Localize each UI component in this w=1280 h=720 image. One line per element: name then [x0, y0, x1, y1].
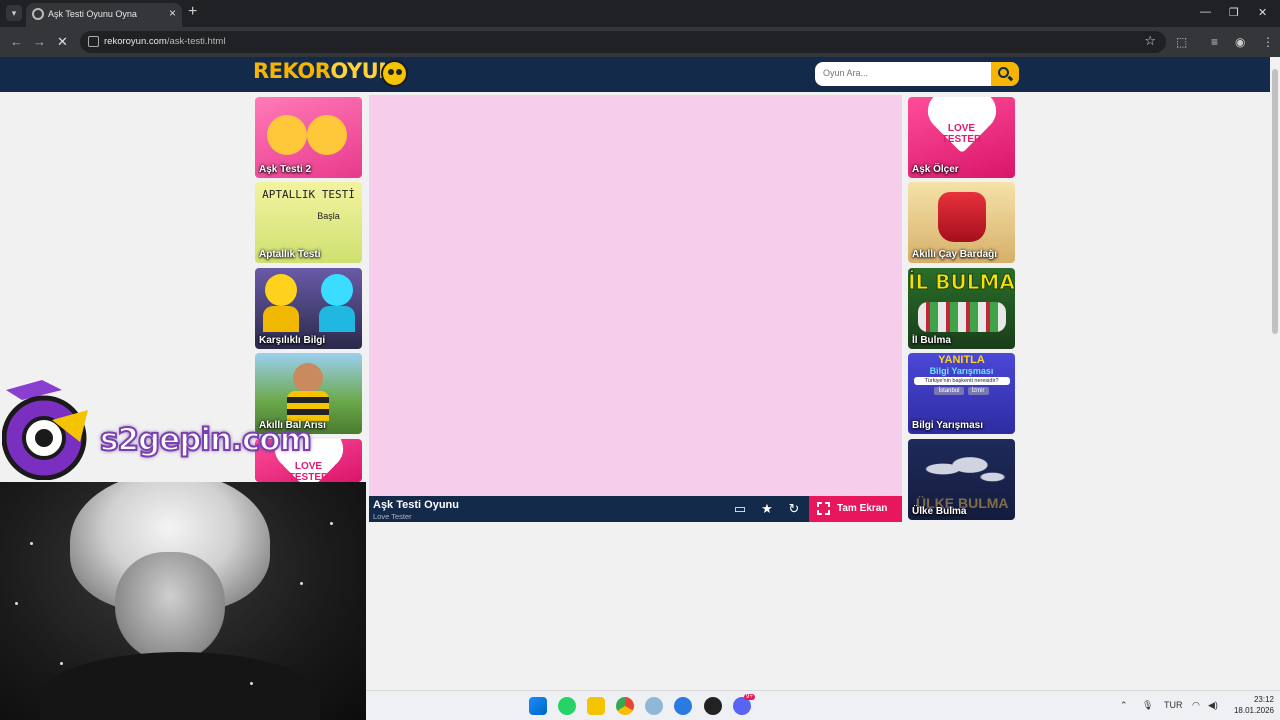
- extensions-icon[interactable]: ⬚: [1176, 35, 1187, 49]
- game-card-akilli-cay-bardagi[interactable]: Akıllı Çay Bardağı: [908, 182, 1015, 263]
- fullscreen-button[interactable]: Tam Ekran: [809, 496, 902, 522]
- tray-overflow-icon[interactable]: ⌃: [1120, 700, 1128, 711]
- restore-button[interactable]: ❐: [1229, 6, 1239, 19]
- minimize-button[interactable]: —: [1200, 6, 1211, 18]
- obs-icon[interactable]: [704, 697, 722, 715]
- thumbnail-title: LOVE TESTER: [941, 123, 982, 145]
- clock-date: 18.01.2026: [1233, 706, 1274, 715]
- thumbnail-subtitle: Bilgi Yarışması: [929, 366, 994, 376]
- windows-taskbar: 9+ ⌃ 🎙 TUR ◠ ◀) 23:12 18.01.2026: [366, 690, 1280, 720]
- forward-arrow-icon[interactable]: →: [33, 34, 46, 50]
- search-box: [815, 62, 991, 86]
- thumbnail-title: LOVE TESTER: [288, 461, 329, 482]
- notification-badge: 9+: [744, 694, 755, 700]
- microphone-icon[interactable]: 🎙: [1142, 700, 1153, 711]
- wifi-icon[interactable]: ◠: [1192, 700, 1200, 711]
- search-button[interactable]: [991, 62, 1019, 86]
- game-card-label: İl Bulma: [912, 335, 951, 346]
- tab-title: Aşk Testi Oyunu Oyna: [48, 9, 137, 19]
- search-icon: [998, 67, 1009, 78]
- input-language[interactable]: TUR: [1164, 700, 1183, 710]
- thumbnail-option: İstanbul: [934, 387, 964, 395]
- game-card-label: Aşk Ölçer: [912, 164, 959, 175]
- game-card-ulke-bulma[interactable]: ÜLKE BULMA Ülke Bulma: [908, 439, 1015, 520]
- game-card-label: Aşk Testi 2: [259, 164, 312, 175]
- search-input[interactable]: [815, 62, 985, 84]
- site-header: REKOROYUN: [0, 57, 1270, 92]
- tab-favicon-icon: [32, 8, 44, 20]
- browser-app-icon[interactable]: [674, 697, 692, 715]
- profile-avatar-icon[interactable]: ◉: [1235, 35, 1245, 49]
- thumbnail-start-text: Başla: [317, 211, 340, 221]
- heart-eyes-face-icon: [307, 115, 347, 155]
- url-text[interactable]: rekoroyun.com/ask-testi.html: [104, 36, 225, 47]
- kissing-face-icon: [267, 115, 307, 155]
- webcam-overlay: [0, 482, 366, 720]
- clock-time: 23:12: [1253, 695, 1274, 704]
- thumbnail-option: İzmir: [967, 387, 989, 395]
- file-explorer-icon[interactable]: [587, 697, 605, 715]
- game-card-label: Aptallık Testi: [259, 249, 321, 260]
- settings-gear-icon[interactable]: [645, 697, 663, 715]
- game-card-label: Ülke Bulma: [912, 506, 967, 517]
- watermark-logo: [1, 380, 90, 481]
- game-card-ask-testi-2[interactable]: Aşk Testi 2: [255, 97, 362, 178]
- new-tab-button[interactable]: +: [188, 4, 197, 20]
- game-card-label: Karşılıklı Bilgi: [259, 335, 326, 346]
- whatsapp-icon[interactable]: [558, 697, 576, 715]
- scroll-thumb[interactable]: [1272, 69, 1278, 334]
- fullscreen-label: Tam Ekran: [837, 503, 888, 514]
- browser-tab[interactable]: Aşk Testi Oyunu Oyna ×: [26, 3, 182, 27]
- game-card-aptallik-testi[interactable]: APTALLIK TESTİ Başla Aptallık Testi: [255, 182, 362, 263]
- reload-icon[interactable]: ↻: [783, 500, 805, 518]
- game-title: Aşk Testi Oyunu: [373, 499, 459, 511]
- address-bar[interactable]: rekoroyun.com/ask-testi.html ☆: [80, 31, 1166, 53]
- tab-close-icon[interactable]: ×: [169, 6, 176, 20]
- browser-menu-icon[interactable]: ⋮: [1262, 35, 1274, 49]
- game-canvas[interactable]: [369, 95, 902, 496]
- fullscreen-icon: [817, 502, 830, 515]
- tab-search-button[interactable]: ▾: [6, 5, 22, 21]
- game-card-ask-olcer[interactable]: LOVE TESTER Aşk Ölçer: [908, 97, 1015, 178]
- game-card-karsilikli-bilgi[interactable]: Karşılıklı Bilgi: [255, 268, 362, 349]
- game-card-bilgi-yarismasi[interactable]: YANITLA Bilgi Yarışması Türkiye'nin başk…: [908, 353, 1015, 434]
- game-card-label: Akıllı Çay Bardağı: [912, 249, 998, 260]
- media-control-icon[interactable]: ≡: [1211, 35, 1218, 49]
- chrome-icon[interactable]: [616, 697, 634, 715]
- bookmark-star-icon[interactable]: ☆: [1144, 33, 1156, 49]
- game-info-bar: Aşk Testi Oyunu Love Tester ▭ ★ ↻ Tam Ek…: [369, 496, 902, 522]
- browser-tab-bar: ▾ Aşk Testi Oyunu Oyna × + — ❐ ✕: [0, 0, 1280, 27]
- page-scrollbar[interactable]: [1270, 57, 1280, 690]
- close-window-button[interactable]: ✕: [1258, 6, 1267, 19]
- thumbnail-question: Türkiye'nin başkenti neresidir?: [913, 377, 1010, 385]
- thumbnail-title: YANITLA: [938, 354, 985, 366]
- volume-icon[interactable]: ◀): [1208, 700, 1218, 711]
- thumbnail-title: APTALLIK TESTİ: [262, 188, 355, 201]
- browser-toolbar: ← → ✕ rekoroyun.com/ask-testi.html ☆ ⬚ ≡…: [0, 27, 1280, 57]
- logo-mascot-icon: [381, 60, 408, 87]
- site-info-icon[interactable]: [88, 36, 99, 47]
- back-arrow-icon[interactable]: ←: [10, 34, 23, 50]
- game-card-label: Bilgi Yarışması: [912, 420, 983, 431]
- watermark-text: s2gepin.com: [99, 421, 313, 459]
- stop-loading-icon[interactable]: ✕: [57, 34, 68, 50]
- game-subtitle: Love Tester: [373, 512, 412, 521]
- start-menu-icon[interactable]: [529, 697, 547, 715]
- favorite-star-icon[interactable]: ★: [756, 500, 778, 518]
- site-logo[interactable]: REKOROYUN: [253, 59, 396, 83]
- taskbar-clock[interactable]: 23:12 18.01.2026: [1224, 694, 1274, 716]
- comment-icon[interactable]: ▭: [729, 500, 751, 518]
- game-card-il-bulma[interactable]: İL BULMA İl Bulma: [908, 268, 1015, 349]
- thumbnail-title: İL BULMA: [908, 270, 1015, 295]
